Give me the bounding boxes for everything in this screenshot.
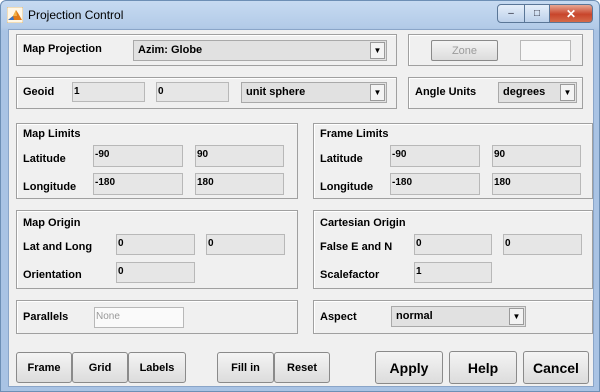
geoid-select[interactable]: unit sphere ▼	[241, 82, 387, 103]
minimize-button[interactable]: ‒	[497, 4, 525, 23]
projection-control-window: Projection Control ‒ □ ✕ Map Projection …	[0, 0, 600, 392]
lat-and-long-label: Lat and Long	[23, 241, 93, 253]
grid-button-label: Grid	[88, 361, 112, 374]
parallels-field[interactable]: None	[94, 307, 184, 328]
grid-button[interactable]: Grid	[72, 352, 128, 383]
map-projection-select[interactable]: Azim: Globe ▼	[133, 40, 387, 61]
origin-long-field[interactable]: 0	[206, 234, 285, 255]
labels-button-label: Labels	[139, 361, 175, 374]
cancel-button[interactable]: Cancel	[523, 351, 589, 384]
origin-lat-field[interactable]: 0	[116, 234, 195, 255]
window-title: Projection Control	[28, 8, 124, 22]
cartesian-origin-heading: Cartesian Origin	[320, 217, 406, 229]
map-longitude-label: Longitude	[23, 181, 77, 193]
map-limits-panel: Map Limits Latitude -90 90 Longitude -18…	[16, 123, 298, 199]
zone-button-label: Zone	[451, 44, 478, 57]
chevron-down-icon: ▼	[370, 84, 385, 101]
geoid-semimajor-field[interactable]: 1	[72, 82, 145, 102]
cancel-button-label: Cancel	[533, 359, 579, 376]
fill-in-button-label: Fill in	[231, 361, 260, 374]
angle-units-value: degrees	[503, 86, 546, 98]
frame-limits-panel: Frame Limits Latitude -90 90 Longitude -…	[313, 123, 593, 199]
apply-button[interactable]: Apply	[375, 351, 443, 384]
labels-button[interactable]: Labels	[128, 352, 186, 383]
zone-field[interactable]	[520, 40, 571, 61]
window-controls: ‒ □ ✕	[497, 4, 593, 23]
maximize-button[interactable]: □	[525, 4, 550, 23]
frame-lon-max-field[interactable]: 180	[492, 173, 581, 195]
map-origin-heading: Map Origin	[23, 217, 81, 229]
aspect-value: normal	[396, 310, 433, 322]
parallels-panel: Parallels None	[16, 300, 298, 334]
geoid-select-value: unit sphere	[246, 86, 306, 98]
orientation-field[interactable]: 0	[116, 262, 195, 283]
close-button[interactable]: ✕	[550, 4, 593, 23]
map-projection-value: Azim: Globe	[138, 44, 203, 56]
false-northing-field[interactable]: 0	[503, 234, 582, 255]
frame-button-label: Frame	[27, 361, 61, 374]
map-limits-heading: Map Limits	[23, 128, 81, 140]
minimize-icon: ‒	[508, 8, 514, 19]
matlab-app-icon	[7, 7, 23, 23]
frame-latitude-label: Latitude	[320, 153, 363, 165]
map-latitude-label: Latitude	[23, 153, 66, 165]
zone-panel: Zone	[408, 34, 583, 66]
frame-longitude-label: Longitude	[320, 181, 374, 193]
map-lon-max-field[interactable]: 180	[195, 173, 284, 195]
map-projection-panel: Map Projection Azim: Globe ▼	[16, 34, 397, 66]
false-e-and-n-label: False E and N	[320, 241, 393, 253]
map-lat-min-field[interactable]: -90	[93, 145, 183, 167]
geoid-label: Geoid	[23, 86, 55, 98]
map-origin-panel: Map Origin Lat and Long 0 0 Orientation …	[16, 210, 298, 289]
frame-lat-min-field[interactable]: -90	[390, 145, 480, 167]
apply-button-label: Apply	[389, 359, 429, 376]
cartesian-origin-panel: Cartesian Origin False E and N 0 0 Scale…	[313, 210, 593, 289]
dialog-body: Map Projection Azim: Globe ▼ Zone Geoid …	[8, 29, 594, 387]
chevron-down-icon: ▼	[509, 308, 524, 325]
scalefactor-field[interactable]: 1	[414, 262, 492, 283]
fill-in-button[interactable]: Fill in	[217, 352, 274, 383]
reset-button[interactable]: Reset	[274, 352, 330, 383]
aspect-select[interactable]: normal ▼	[391, 306, 526, 327]
geoid-panel: Geoid 1 0 unit sphere ▼	[16, 77, 397, 109]
aspect-panel: Aspect normal ▼	[313, 300, 593, 334]
chevron-down-icon: ▼	[370, 42, 385, 59]
map-projection-label: Map Projection	[23, 43, 102, 55]
map-lat-max-field[interactable]: 90	[195, 145, 284, 167]
angle-units-select[interactable]: degrees ▼	[498, 82, 577, 103]
help-button[interactable]: Help	[449, 351, 517, 384]
help-button-label: Help	[467, 359, 499, 376]
reset-button-label: Reset	[287, 361, 317, 374]
aspect-label: Aspect	[320, 311, 357, 323]
chevron-down-icon: ▼	[560, 84, 575, 101]
title-bar[interactable]: Projection Control ‒ □ ✕	[1, 1, 599, 29]
angle-units-panel: Angle Units degrees ▼	[408, 77, 583, 109]
scalefactor-label: Scalefactor	[320, 269, 380, 281]
frame-lon-min-field[interactable]: -180	[390, 173, 480, 195]
close-icon: ✕	[565, 6, 577, 21]
parallels-label: Parallels	[23, 311, 69, 323]
maximize-icon: □	[533, 8, 541, 19]
frame-limits-heading: Frame Limits	[320, 128, 389, 140]
false-easting-field[interactable]: 0	[414, 234, 492, 255]
frame-button[interactable]: Frame	[16, 352, 72, 383]
frame-lat-max-field[interactable]: 90	[492, 145, 581, 167]
orientation-label: Orientation	[23, 269, 82, 281]
geoid-eccentricity-field[interactable]: 0	[156, 82, 229, 102]
zone-button[interactable]: Zone	[431, 40, 498, 61]
angle-units-label: Angle Units	[415, 86, 477, 98]
map-lon-min-field[interactable]: -180	[93, 173, 183, 195]
